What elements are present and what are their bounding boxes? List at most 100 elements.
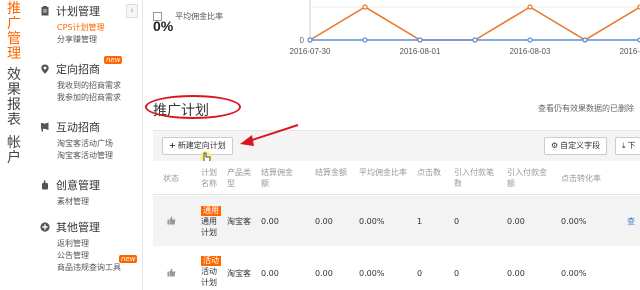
data-point: [417, 37, 423, 43]
col-settled-commission[interactable]: 结算佣金 额: [261, 167, 293, 189]
pay-count-cell: 0: [454, 217, 460, 226]
settled-commission-cell: 0.00: [261, 269, 279, 278]
plan-name-cell[interactable]: 通用 通用 计划: [201, 205, 221, 238]
col-referred-pay-count[interactable]: 引入付款笔 数: [454, 167, 494, 189]
custom-fields-button[interactable]: ⚙ 自定义字段: [544, 137, 608, 155]
nav-char: 果: [7, 82, 21, 98]
new-badge: new: [119, 255, 138, 263]
col-text: 数: [454, 179, 462, 188]
col-clicks[interactable]: 点击数: [417, 167, 441, 178]
nav-char: 报: [7, 97, 21, 113]
x-tick-label: 2016-08-05: [620, 47, 640, 56]
data-point: [362, 37, 368, 43]
sidebar-item-activity-square[interactable]: 淘宝客活动广场: [57, 138, 140, 150]
download-icon: ⤓: [622, 141, 626, 150]
new-badge: new: [104, 56, 123, 64]
sidebar-item-cps-plan[interactable]: CPS计划管理: [57, 22, 140, 34]
pay-count-cell: 0: [454, 269, 460, 278]
plan-name-cell[interactable]: 活动 活动 计划: [201, 255, 221, 288]
thumb-icon[interactable]: [167, 216, 176, 225]
pay-amount-cell: 0.00: [507, 217, 525, 226]
clicks-cell: 0: [417, 269, 423, 278]
sidebar-section-title: 互动招商: [56, 121, 100, 134]
download-label: 下: [627, 141, 636, 150]
sidebar-item-materials[interactable]: 素材管理: [57, 196, 140, 208]
download-button[interactable]: ⤓ 下: [615, 137, 640, 155]
sidebar-section-title: 定向招商: [56, 63, 100, 76]
plan-toolbar: + 新建定向计划 ⚙ 自定义字段 ⤓ 下: [153, 130, 640, 161]
sidebar-item-joined-invites[interactable]: 我参加的招商需求: [57, 92, 140, 104]
custom-fields-label: 自定义字段: [560, 141, 601, 150]
sidebar-section-plan-management: 计划管理 CPS计划管理 分享赚管理: [40, 4, 140, 46]
hand-icon: [40, 180, 50, 190]
sidebar-item-activity-management[interactable]: 淘宝客活动管理: [57, 150, 140, 162]
vertical-nav: 推 广 管 理 效 果 报 表 帐 户: [0, 0, 28, 290]
avg-rate-cell: 0.00%: [359, 217, 385, 226]
product-type-cell: 淘宝客: [227, 217, 251, 226]
col-referred-pay-amount[interactable]: 引入付款金 额: [507, 167, 547, 189]
col-avg-rate[interactable]: 平均佣金比率: [359, 167, 407, 178]
sidebar-section-title: 计划管理: [56, 5, 100, 18]
nav-char: 表: [7, 112, 21, 128]
col-text: 名称: [201, 179, 217, 188]
plan-name-line: 计划: [201, 278, 217, 287]
nav-char: 管: [7, 31, 21, 47]
sidebar-section-header[interactable]: 计划管理: [40, 4, 140, 18]
sidebar-section-title: 其他管理: [56, 221, 100, 234]
avg-rate-label: 平均佣金比率: [175, 12, 224, 21]
clipboard-icon: [40, 6, 50, 16]
deleted-data-hint[interactable]: 查看仍有效果数据的已删除: [538, 103, 634, 114]
thumb-icon[interactable]: [167, 268, 176, 277]
table-row[interactable]: 活动 活动 计划 淘宝客 0.00 0.00 0.00% 0 0 0.00 0.…: [153, 248, 640, 290]
nav-char: 理: [7, 46, 21, 62]
series-line: [309, 6, 640, 41]
ctr-cell: 0.00%: [561, 217, 587, 226]
sidebar-section-header[interactable]: 互动招商: [40, 120, 140, 134]
new-targeted-plan-button[interactable]: + 新建定向计划: [162, 137, 233, 155]
x-tick-label: 2016-07-30: [290, 47, 331, 56]
col-status[interactable]: 状态: [163, 173, 179, 184]
sidebar-item-received-invites[interactable]: 我收到的招商需求: [57, 80, 140, 92]
view-link[interactable]: 查: [627, 216, 635, 227]
col-product-type[interactable]: 产品类 型: [227, 167, 251, 189]
data-point: [362, 4, 368, 10]
plan-name-line: 通用: [201, 217, 217, 226]
sidebar-section-header[interactable]: 创意管理: [40, 178, 140, 192]
table-header: 状态 计划 名称 产品类 型 结算佣金 额 结算金额 平均佣金比率 点击数 引入…: [153, 161, 640, 195]
nav-group-promotion[interactable]: 推 广 管 理: [4, 2, 24, 62]
clicks-cell: 1: [417, 217, 423, 226]
megaphone-icon: [40, 122, 50, 132]
data-point: [527, 37, 533, 43]
plan-tag: 通用: [201, 206, 221, 216]
location-pin-icon: [40, 64, 50, 74]
pay-amount-cell: 0.00: [507, 269, 525, 278]
sidebar-item-share-earn[interactable]: 分享赚管理: [57, 34, 140, 46]
table-row[interactable]: 通用 通用 计划 淘宝客 0.00 0.00 0.00% 1 0 0.00 0.…: [153, 196, 640, 246]
sidebar-item-rebate[interactable]: 返利管理: [57, 238, 140, 250]
sidebar-section-other-management: 其他管理 返利管理 公告管理 商品违规查询工具 new: [40, 220, 140, 274]
nav-char: 户: [7, 150, 21, 166]
col-settled-amount[interactable]: 结算金额: [315, 167, 347, 178]
sidebar-section-header[interactable]: 定向招商 new: [40, 56, 140, 76]
annotation-ellipse: [145, 95, 241, 119]
data-point: [527, 4, 533, 10]
nav-group-account[interactable]: 帐 户: [4, 136, 24, 166]
plan-name-line: 计划: [201, 228, 217, 237]
col-text: 结算佣金: [261, 168, 293, 177]
col-plan-name[interactable]: 计划 名称: [201, 167, 217, 189]
nav-group-reports[interactable]: 效 果 报 表: [4, 68, 24, 128]
gear-icon: ⚙: [551, 141, 559, 150]
ctr-cell: 0.00%: [561, 269, 587, 278]
sidebar-collapse-button[interactable]: ‹: [126, 4, 138, 18]
plus-circle-icon: [40, 222, 50, 232]
data-point: [472, 37, 478, 43]
sidebar-item-violation-query[interactable]: 商品违规查询工具 new: [57, 255, 140, 274]
col-text: 引入付款笔: [454, 168, 494, 177]
col-text: 引入付款金: [507, 168, 547, 177]
avg-rate-value: 0%: [153, 18, 174, 34]
col-ctr[interactable]: 点击转化率: [561, 173, 601, 184]
x-tick-label: 2016-08-01: [400, 47, 441, 56]
col-text: 产品类: [227, 168, 251, 177]
sidebar-section-header[interactable]: 其他管理: [40, 220, 140, 234]
nav-char: 效: [7, 67, 21, 83]
